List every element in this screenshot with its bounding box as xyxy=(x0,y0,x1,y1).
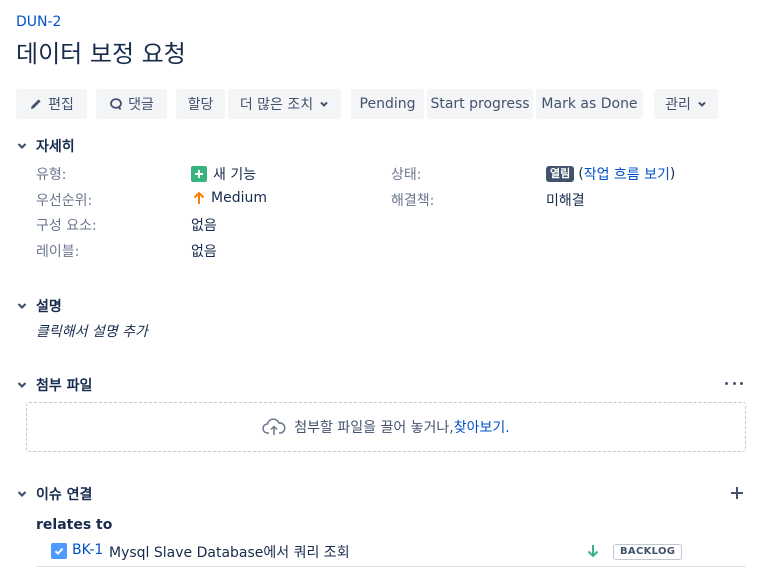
edit-button-label: 편집 xyxy=(48,97,74,113)
status-lozenge: 열림 xyxy=(546,166,575,182)
attachments-section-toggle[interactable]: 첨부 파일 xyxy=(16,375,92,395)
details-section-toggle[interactable]: 자세히 xyxy=(16,136,75,156)
start-progress-button[interactable]: Start progress xyxy=(427,89,533,119)
task-checkbox-icon xyxy=(51,543,67,559)
chevron-down-icon xyxy=(16,140,28,152)
start-progress-label: Start progress xyxy=(430,96,530,112)
mark-as-done-label: Mark as Done xyxy=(541,96,638,112)
labels-label: 레이블: xyxy=(36,244,80,260)
admin-button-label: 관리 xyxy=(665,97,691,113)
chevron-down-icon xyxy=(16,488,28,500)
linked-issue-row: BK-1 Mysql Slave Database에서 쿼리 조회 BACKLO… xyxy=(36,539,746,567)
view-workflow-link[interactable]: 작업 흐름 보기 xyxy=(584,164,670,184)
relation-type-label: relates to xyxy=(36,517,113,533)
pencil-icon xyxy=(29,97,43,111)
priority-value: Medium xyxy=(193,190,267,206)
more-actions-button[interactable]: 더 많은 조치 xyxy=(228,89,341,119)
pending-button-label: Pending xyxy=(359,96,416,112)
arrow-down-icon xyxy=(587,544,599,562)
resolution-label: 해결책: xyxy=(391,193,435,209)
type-label: 유형: xyxy=(36,167,67,183)
new-feature-icon xyxy=(191,166,207,182)
linked-issue-summary[interactable]: Mysql Slave Database에서 쿼리 조회 xyxy=(109,542,350,562)
status-label: 상태: xyxy=(391,167,422,183)
arrow-up-icon xyxy=(193,191,205,205)
issue-key-link[interactable]: DUN-2 xyxy=(16,14,61,30)
chevron-down-icon xyxy=(16,300,28,312)
description-section-toggle[interactable]: 설명 xyxy=(16,296,62,316)
cloud-upload-icon xyxy=(262,418,286,436)
issue-links-section-toggle[interactable]: 이슈 연결 xyxy=(16,484,92,504)
status-value: 열림 ( 작업 흐름 보기 ) xyxy=(546,164,675,184)
workflow-paren-close: ) xyxy=(669,166,676,182)
priority-label: 우선순위: xyxy=(36,193,93,209)
component-value: 없음 xyxy=(191,218,217,234)
type-value: 새 기능 xyxy=(191,164,256,184)
chevron-down-icon xyxy=(697,99,707,109)
priority-value-text: Medium xyxy=(211,190,267,206)
assign-button[interactable]: 할당 xyxy=(176,89,225,119)
chevron-down-icon xyxy=(16,379,28,391)
attachments-heading: 첨부 파일 xyxy=(36,378,93,394)
description-placeholder[interactable]: 클릭해서 설명 추가 xyxy=(36,321,148,341)
assign-button-label: 할당 xyxy=(187,97,214,113)
pending-button[interactable]: Pending xyxy=(351,89,424,119)
linked-issue-key[interactable]: BK-1 xyxy=(72,542,103,558)
page-title: 데이터 보정 요청 xyxy=(16,40,186,68)
add-link-icon[interactable] xyxy=(730,486,744,500)
comment-button-label: 댓글 xyxy=(128,97,154,113)
linked-issue-status-badge: BACKLOG xyxy=(613,544,683,560)
description-heading: 설명 xyxy=(36,299,62,315)
labels-value: 없음 xyxy=(191,244,217,260)
admin-button[interactable]: 관리 xyxy=(654,89,718,119)
issue-links-heading: 이슈 연결 xyxy=(36,487,93,503)
edit-button[interactable]: 편집 xyxy=(16,89,87,119)
comment-icon xyxy=(109,97,123,111)
resolution-value: 미해결 xyxy=(546,193,585,209)
more-options-icon[interactable] xyxy=(725,376,743,390)
comment-button[interactable]: 댓글 xyxy=(96,89,167,119)
component-label: 구성 요소: xyxy=(36,218,97,234)
type-value-text: 새 기능 xyxy=(213,167,257,183)
more-actions-label: 더 많은 조치 xyxy=(239,97,314,113)
attachment-dropzone[interactable]: 첨부할 파일을 끌어 놓거나, 찾아보기. xyxy=(26,402,746,452)
mark-as-done-button[interactable]: Mark as Done xyxy=(536,89,643,119)
chevron-down-icon xyxy=(319,99,329,109)
dropzone-text: 첨부할 파일을 끌어 놓거나, xyxy=(294,420,454,436)
browse-link[interactable]: 찾아보기. xyxy=(454,417,510,437)
details-heading: 자세히 xyxy=(36,139,75,155)
